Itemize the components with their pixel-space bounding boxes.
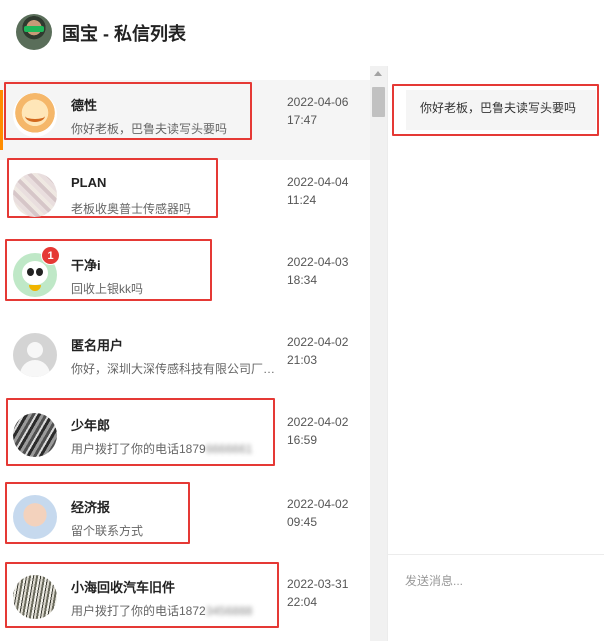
panda-eye [36,268,43,276]
time: 09:45 [287,515,318,529]
scroll-thumb[interactable] [372,87,385,117]
conversation-item[interactable]: 匿名用户 你好，深圳大深传感科技有限公司厂家可 2022-04-02 21:03 [0,320,370,400]
contact-avatar[interactable] [13,495,57,539]
conversation-item[interactable]: 少年郎 用户拨打了你的电话18796666661 2022-04-02 16:59 [0,398,370,480]
conversation-item[interactable]: PLAN 老板收奥普士传感器吗 2022-04-04 11:24 [0,158,370,240]
date: 2022-04-06 [287,95,349,109]
composer-divider [388,554,604,555]
message-preview: 留个联系方式 [71,524,144,538]
panda-mouth [29,285,41,291]
avatar-body [20,360,50,377]
date: 2022-04-02 [287,415,349,429]
date: 2022-04-04 [287,175,349,189]
avatar-head [27,342,43,358]
timestamp: 2022-04-03 18:34 [287,253,348,289]
date: 2022-04-02 [287,497,349,511]
timestamp: 2022-04-02 21:03 [287,333,348,369]
timestamp: 2022-04-02 09:45 [287,495,348,531]
redacted-number: 6666661 [205,442,253,456]
message-preview: 你好，深圳大深传感科技有限公司厂家可 [71,362,285,376]
timestamp: 2022-04-06 17:47 [287,93,348,129]
conversation-item[interactable]: 德性 你好老板，巴鲁夫读写头要吗 2022-04-06 17:47 [0,80,370,160]
contact-name: 少年郎 [71,418,111,433]
scrollbar[interactable] [370,66,387,641]
date: 2022-04-02 [287,335,349,349]
message-text: 用户拨打了你的电话1879 [71,442,206,456]
message-preview: 老板收奥普士传感器吗 [71,202,192,216]
scroll-up-icon[interactable] [374,71,382,76]
message-preview: 回收上银kk吗 [71,282,144,296]
contact-name: 匿名用户 [71,338,124,353]
message-bubble: 你好老板，巴鲁夫读写头要吗 [406,90,596,130]
conversation-item[interactable]: 经济报 留个联系方式 2022-04-02 09:45 [0,482,370,562]
contact-avatar[interactable] [13,413,57,457]
timestamp: 2022-04-04 11:24 [287,173,348,209]
contact-name: 干净i [71,258,101,273]
message-preview: 你好老板，巴鲁夫读写头要吗 [71,122,228,136]
time: 21:03 [287,353,318,367]
panda-face [22,261,48,285]
date: 2022-04-03 [287,255,349,269]
message-preview: 用户拨打了你的电话18796666661 [71,440,285,457]
contact-name: 德性 [71,98,98,113]
timestamp: 2022-04-02 16:59 [287,413,348,449]
date: 2022-03-31 [287,577,349,591]
contact-name: PLAN [71,175,107,190]
user-avatar[interactable] [16,14,52,50]
avatar-glasses [24,26,44,32]
time: 17:47 [287,113,318,127]
panda-eye [27,268,34,276]
message-input[interactable] [405,571,595,591]
redacted-number: 3456888 [205,604,253,618]
page-title: 国宝 - 私信列表 [62,24,186,44]
time: 18:34 [287,273,318,287]
message-preview: 用户拨打了你的电话18723456888 [71,602,285,619]
message-text: 用户拨打了你的电话1872 [71,604,206,618]
contact-avatar[interactable] [13,173,57,217]
header: 国宝 - 私信列表 [0,0,604,66]
default-avatar-icon[interactable] [13,333,57,377]
timestamp: 2022-03-31 22:04 [287,575,348,611]
conversation-item[interactable]: 1 干净i 回收上银kk吗 2022-04-03 18:34 [0,239,370,320]
time: 22:04 [287,595,318,609]
time: 11:24 [287,193,317,207]
unread-badge: 1 [41,246,60,265]
time: 16:59 [287,433,318,447]
conversation-list: 德性 你好老板，巴鲁夫读写头要吗 2022-04-06 17:47 PLAN 老板… [0,66,370,641]
contact-name: 经济报 [71,500,111,515]
contact-avatar[interactable] [13,93,57,137]
active-indicator [0,90,3,150]
conversation-item[interactable]: 小海回收汽车旧件 用户拨打了你的电话18723456888 2022-03-31… [0,562,370,641]
contact-avatar[interactable] [13,575,57,619]
contact-name: 小海回收汽车旧件 [71,580,176,595]
